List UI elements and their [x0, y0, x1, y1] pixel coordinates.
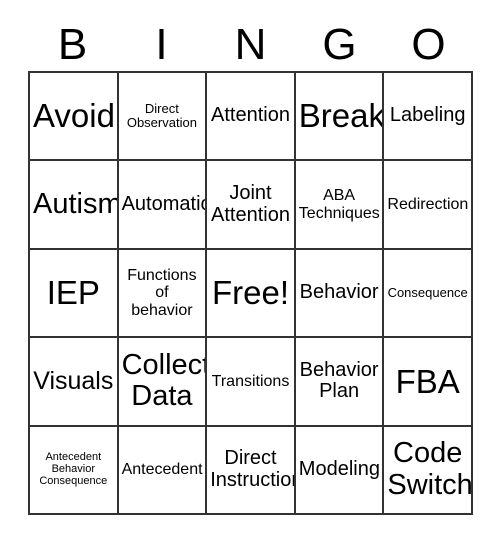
bingo-cell-label: Free!	[211, 274, 289, 312]
bingo-cell-label: Labeling	[389, 104, 466, 127]
bingo-cell[interactable]: Modeling	[295, 426, 385, 515]
bingo-header: B I N G O	[28, 20, 473, 70]
bingo-cell-label: Behavior Plan	[299, 358, 379, 403]
bingo-cell[interactable]: Code Switch	[384, 426, 473, 515]
bingo-cell-label: Consequence	[387, 284, 468, 300]
bingo-cell-label: Modeling	[298, 458, 380, 480]
bingo-cell[interactable]: Functions of behavior	[118, 249, 208, 339]
bingo-cell[interactable]: Autism	[30, 161, 119, 250]
bingo-cell[interactable]: IEP	[30, 249, 119, 339]
bingo-cell-label: Antecedent Behavior Consequence	[39, 450, 108, 487]
bingo-cell[interactable]: Redirection	[384, 161, 473, 250]
bingo-cell[interactable]: Consequence	[384, 249, 473, 339]
header-letter-i: I	[155, 20, 168, 69]
bingo-cell[interactable]: Visuals	[30, 338, 119, 427]
bingo-cell-label: Avoid	[33, 97, 115, 135]
header-letter-b: B	[57, 20, 88, 69]
bingo-cell[interactable]: ABA Techniques	[295, 161, 385, 250]
bingo-cell-free-space[interactable]: Free!	[207, 249, 296, 339]
header-letter-n: N	[234, 20, 267, 69]
bingo-cell[interactable]: Direct Observation	[118, 73, 208, 162]
bingo-cell[interactable]: Break	[295, 73, 385, 162]
bingo-cell-label: Break	[298, 97, 385, 135]
bingo-card: B I N G O Avoid Direct Observation Attenti…	[0, 0, 500, 544]
bingo-cell-label: Collect Data	[121, 349, 208, 413]
bingo-cell-label: Code Switch	[387, 437, 473, 501]
header-letter-g: G	[322, 20, 357, 69]
bingo-cell[interactable]: Transitions	[207, 338, 296, 427]
bingo-cell-label: Transitions	[211, 372, 290, 390]
bingo-cell-label: ABA Techniques	[298, 187, 380, 222]
bingo-cell-label: Direct Instruction	[210, 447, 296, 491]
bingo-cell[interactable]: Behavior Plan	[295, 338, 385, 427]
bingo-cell[interactable]: Behavior	[295, 249, 385, 339]
bingo-cell-label: Behavior	[299, 281, 379, 304]
bingo-cell-label: Autism	[33, 187, 119, 220]
bingo-cell-label: Antecedent	[121, 461, 203, 479]
bingo-grid: Avoid Direct Observation Attention Break Lab…	[28, 71, 473, 515]
bingo-cell-label: FBA	[395, 362, 460, 400]
bingo-cell-label: IEP	[46, 274, 100, 312]
bingo-cell[interactable]: Collect Data	[118, 338, 208, 427]
bingo-cell-label: Redirection	[387, 195, 469, 213]
bingo-cell-label: Attention	[211, 104, 290, 127]
bingo-cell[interactable]: Antecedent Behavior Consequence	[30, 426, 119, 515]
bingo-cell[interactable]: Labeling	[384, 73, 473, 162]
bingo-cell-label: Automatic	[121, 192, 208, 215]
bingo-cell[interactable]: Direct Instruction	[207, 426, 296, 515]
header-letter-o: O	[411, 20, 446, 69]
bingo-cell-label: Visuals	[33, 366, 114, 395]
bingo-cell[interactable]: Antecedent	[118, 426, 208, 515]
bingo-cell[interactable]: Attention	[207, 73, 296, 162]
bingo-cell-label: Direct Observation	[126, 101, 197, 131]
bingo-cell[interactable]: Joint Attention	[207, 161, 296, 250]
bingo-cell-label: Functions of behavior	[127, 267, 197, 319]
bingo-cell[interactable]: Automatic	[118, 161, 208, 250]
bingo-cell[interactable]: Avoid	[30, 73, 119, 162]
bingo-cell[interactable]: FBA	[384, 338, 473, 427]
bingo-cell-label: Joint Attention	[211, 182, 290, 226]
